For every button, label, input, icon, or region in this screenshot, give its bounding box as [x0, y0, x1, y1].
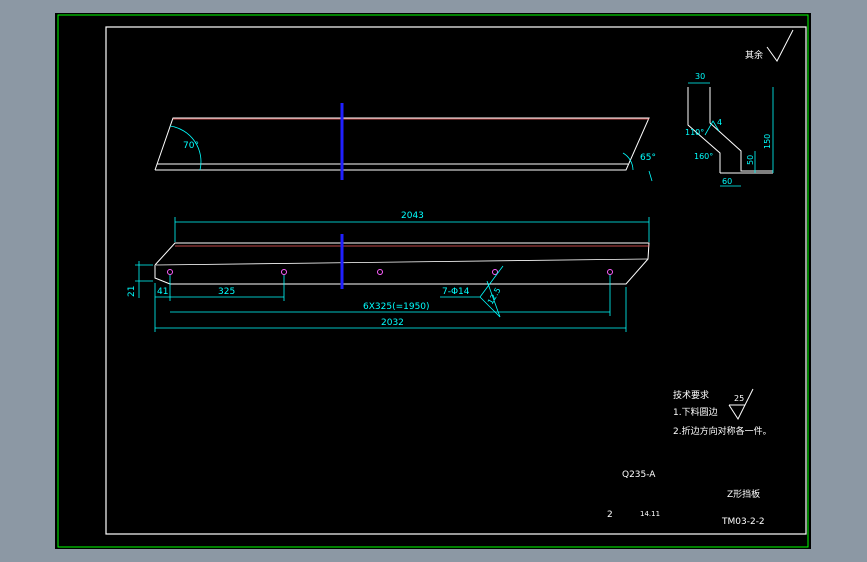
- hole-2: [281, 269, 287, 275]
- dim-top-width: 30: [695, 72, 705, 81]
- angle-leader: [648, 170, 653, 182]
- dim-thickness: 4: [717, 118, 722, 127]
- drawing-sheet: 70° 65° 2043 21 41 325 6X325(=1950) 2032…: [55, 13, 811, 549]
- surface-finish-label: 其余: [745, 49, 763, 61]
- hole-4: [492, 269, 498, 275]
- hole-3: [377, 269, 383, 275]
- top-view-outline: [154, 117, 650, 171]
- material: Q235-A: [622, 470, 656, 480]
- inner-frame: [105, 26, 807, 535]
- hole-1: [167, 269, 173, 275]
- front-view: 2043 21 41 325 6X325(=1950) 2032 7-Φ14 1…: [127, 211, 650, 332]
- part-name: Z形挡板: [727, 488, 760, 500]
- quantity: 2: [607, 510, 613, 520]
- outer-frame: [57, 14, 809, 548]
- dim-hole-spacing: 325: [218, 287, 235, 297]
- roughness-value: 25: [734, 394, 744, 403]
- dim-bottom-length: 2032: [381, 318, 404, 328]
- top-view: 70° 65°: [154, 103, 656, 182]
- requirements-title: 技术要求: [673, 389, 709, 401]
- drawing-canvas: 70° 65° 2043 21 41 325 6X325(=1950) 2032…: [57, 14, 809, 548]
- dim-flange: 50: [746, 155, 755, 165]
- section-profile-inner: [709, 87, 773, 172]
- front-view-outline: [154, 242, 650, 285]
- angle-right-label: 65°: [640, 153, 656, 163]
- slope-label: 12.5: [486, 286, 503, 306]
- drawing-number: TM03-2-2: [721, 517, 765, 527]
- title-block: Q235-A Z形挡板 2 14.11 TM03-2-2: [607, 470, 765, 527]
- angle-upper: 110°: [685, 128, 704, 137]
- dim-edge-offset: 41: [157, 287, 168, 297]
- roughness-icon: [766, 29, 794, 62]
- requirement-1: 1.下料圆边: [673, 406, 718, 418]
- surface-finish-symbol: 其余: [745, 29, 794, 62]
- angle-lower: 160°: [694, 152, 713, 161]
- technical-requirements: 技术要求 1.下料圆边 2.折边方向对称各一件。 25: [673, 388, 772, 437]
- section-view: 30 60 150 50 110° 160° 4: [685, 72, 774, 187]
- dim-height: 21: [127, 286, 137, 297]
- angle-left-label: 70°: [183, 141, 199, 151]
- angle-arc-right: [622, 152, 634, 171]
- scale: 14.11: [640, 510, 660, 518]
- dim-bottom-width: 60: [722, 177, 732, 186]
- front-view-bend-line: [155, 258, 649, 266]
- hole-5: [607, 269, 613, 275]
- dim-overall-length: 2043: [401, 211, 424, 221]
- hole-callout: 7-Φ14: [442, 287, 470, 297]
- dim-spacing-total: 6X325(=1950): [363, 302, 430, 312]
- dim-section-height: 150: [763, 134, 772, 149]
- requirement-2: 2.折边方向对称各一件。: [673, 425, 772, 437]
